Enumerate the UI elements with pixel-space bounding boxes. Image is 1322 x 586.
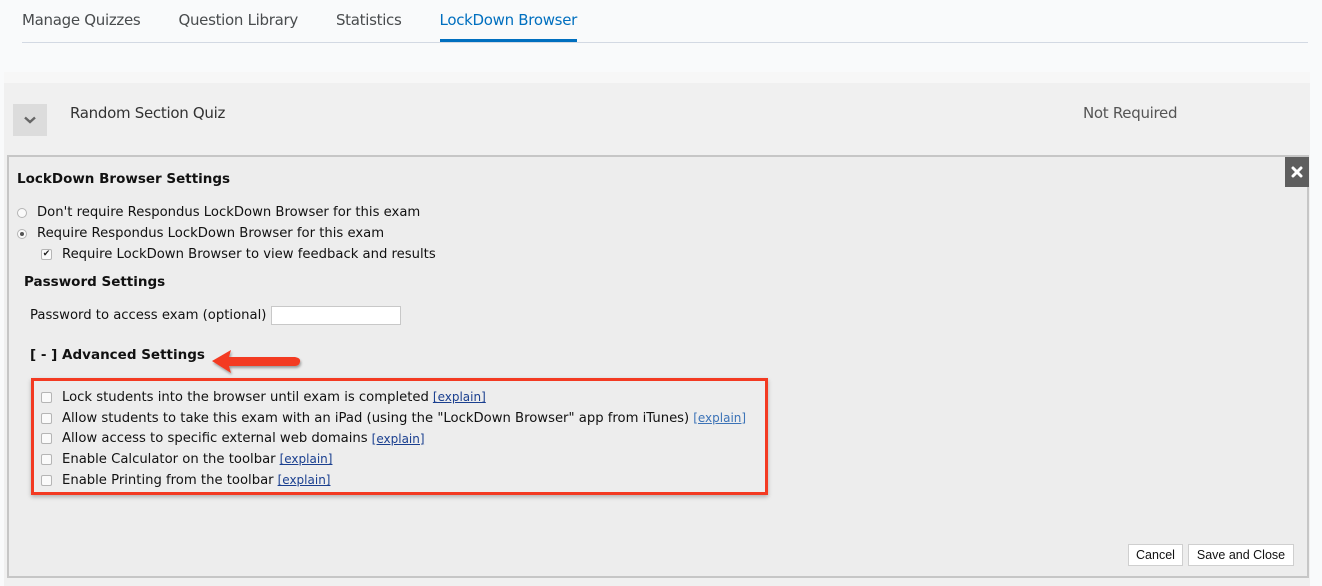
save-and-close-button[interactable]: Save and Close [1188,544,1294,566]
cancel-button[interactable]: Cancel [1128,544,1183,566]
explain-link[interactable]: [explain] [433,390,486,404]
explain-link[interactable]: [explain] [693,411,746,425]
option-label: Require LockDown Browser to view feedbac… [62,247,436,262]
quiz-title: Random Section Quiz [70,104,226,122]
checkbox-checked[interactable]: ✔ [41,249,52,260]
option-require-feedback[interactable]: ✔ Require LockDown Browser to view feedb… [17,244,436,265]
advanced-item-web-domains[interactable]: Allow access to specific external web do… [41,428,746,449]
item-label: Allow access to specific external web do… [62,431,368,447]
chevron-down-icon [24,116,36,124]
item-label: Enable Calculator on the toolbar [62,451,276,467]
row-divider [4,72,1310,83]
password-row: Password to access exam (optional) [17,305,436,326]
status-label: Not Required [1083,104,1178,122]
option-label: Don't require Respondus LockDown Browser… [37,205,421,220]
checkbox[interactable] [41,391,52,403]
explain-link[interactable]: [explain] [278,473,331,487]
settings-content: LockDown Browser Settings Don't require … [17,169,436,368]
option-require[interactable]: Require Respondus LockDown Browser for t… [17,223,436,244]
settings-panel: LockDown Browser Settings Don't require … [7,155,1309,578]
password-heading: Password Settings [24,274,166,290]
annotation-arrow-icon [212,350,301,373]
advanced-settings-list: Lock students into the browser until exa… [41,387,746,490]
password-input[interactable] [271,306,402,325]
checkmark-icon: ✔ [42,249,51,259]
item-label: Enable Printing from the toolbar [62,472,274,488]
advanced-item-printing[interactable]: Enable Printing from the toolbar [explai… [41,470,746,491]
tab-manage-quizzes[interactable]: Manage Quizzes [22,0,141,41]
radio-button-selected[interactable] [17,228,27,239]
explain-link[interactable]: [explain] [280,452,333,466]
explain-link[interactable]: [explain] [372,432,425,446]
tab-bar: Manage Quizzes Question Library Statisti… [22,0,1308,43]
item-label: Lock students into the browser until exa… [62,389,429,405]
option-dont-require[interactable]: Don't require Respondus LockDown Browser… [17,202,436,223]
checkbox[interactable] [41,412,52,424]
tab-question-library[interactable]: Question Library [178,0,298,41]
close-icon [1291,166,1303,178]
advanced-item-ipad[interactable]: Allow students to take this exam with an… [41,408,746,429]
checkbox[interactable] [41,474,52,486]
tab-lockdown-browser[interactable]: LockDown Browser [439,0,578,42]
advanced-item-lock-browser[interactable]: Lock students into the browser until exa… [41,387,746,408]
advanced-item-calculator[interactable]: Enable Calculator on the toolbar [explai… [41,449,746,470]
option-label: Require Respondus LockDown Browser for t… [37,226,385,241]
password-label: Password to access exam (optional) [30,308,267,323]
expand-button[interactable] [13,104,47,136]
tab-statistics[interactable]: Statistics [336,0,402,41]
settings-heading: LockDown Browser Settings [17,171,231,187]
checkbox[interactable] [41,453,52,465]
radio-button[interactable] [17,207,27,218]
close-button[interactable] [1285,157,1309,187]
checkbox[interactable] [41,433,52,445]
item-label: Allow students to take this exam with an… [62,410,690,426]
